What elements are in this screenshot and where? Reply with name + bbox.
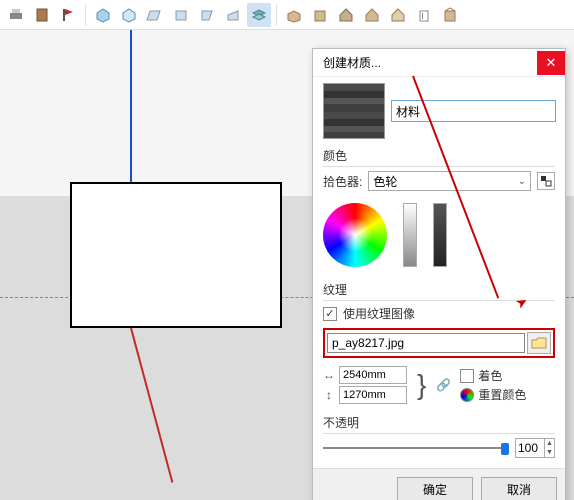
color-swap-icon[interactable] <box>537 172 555 190</box>
height-icon: ↕ <box>323 388 335 402</box>
opacity-value-input[interactable] <box>516 439 544 457</box>
brace-icon: } <box>417 374 426 396</box>
create-material-dialog: 创建材质... ✕ 颜色 拾色器: 色轮 ⌄ 纹理 <box>312 48 566 500</box>
material-name-input[interactable] <box>391 100 556 122</box>
picker-select[interactable]: 色轮 ⌄ <box>368 171 531 191</box>
package-icon[interactable] <box>438 3 462 27</box>
picker-value: 色轮 <box>373 173 397 190</box>
cube2-icon[interactable] <box>117 3 141 27</box>
cancel-button[interactable]: 取消 <box>481 477 557 500</box>
tint-label: 着色 <box>478 367 502 384</box>
print-icon[interactable] <box>4 3 28 27</box>
close-button[interactable]: ✕ <box>537 51 565 75</box>
clipboard-icon[interactable] <box>30 3 54 27</box>
open-box-icon[interactable] <box>282 3 306 27</box>
use-texture-label: 使用纹理图像 <box>343 305 415 322</box>
opacity-section-header: 不透明 <box>323 414 555 434</box>
opacity-slider[interactable] <box>323 441 509 455</box>
layers-icon[interactable] <box>247 3 271 27</box>
texture-section-header: 纹理 <box>323 281 555 301</box>
spin-up[interactable]: ▲ <box>544 439 554 448</box>
browse-texture-button[interactable] <box>527 332 551 354</box>
slice3-icon[interactable] <box>195 3 219 27</box>
dialog-titlebar[interactable]: 创建材质... ✕ <box>313 49 565 77</box>
texture-width-input[interactable] <box>339 366 407 384</box>
chevron-down-icon: ⌄ <box>518 176 526 187</box>
reset-color-icon[interactable] <box>460 388 474 402</box>
slot-icon[interactable] <box>412 3 436 27</box>
width-icon: ↔ <box>323 368 335 382</box>
house1-icon[interactable] <box>334 3 358 27</box>
use-texture-checkbox[interactable] <box>323 307 337 321</box>
slice2-icon[interactable] <box>169 3 193 27</box>
spin-down[interactable]: ▼ <box>544 448 554 457</box>
color-section-header: 颜色 <box>323 147 555 167</box>
flag-icon[interactable] <box>56 3 80 27</box>
drawn-rectangle[interactable] <box>70 182 282 328</box>
axis-z <box>130 30 132 200</box>
reset-color-label: 重置颜色 <box>478 386 526 403</box>
box-icon[interactable] <box>308 3 332 27</box>
value-slider[interactable] <box>403 203 417 267</box>
texture-file-row <box>323 328 555 358</box>
house2-icon[interactable] <box>360 3 384 27</box>
ok-button[interactable]: 确定 <box>397 477 473 500</box>
color-wheel[interactable] <box>323 203 387 267</box>
picker-label: 拾色器: <box>323 173 362 190</box>
toolbar-separator <box>85 4 86 26</box>
material-preview[interactable] <box>323 83 385 139</box>
toolbar <box>0 0 574 30</box>
opacity-spinner[interactable]: ▲▼ <box>515 438 555 458</box>
link-icon[interactable]: 🔗 <box>436 378 450 392</box>
slice1-icon[interactable] <box>143 3 167 27</box>
brightness-slider[interactable] <box>433 203 447 267</box>
texture-file-input[interactable] <box>327 333 525 353</box>
slice4-icon[interactable] <box>221 3 245 27</box>
house3-icon[interactable] <box>386 3 410 27</box>
dialog-title: 创建材质... <box>323 54 381 71</box>
cube1-icon[interactable] <box>91 3 115 27</box>
toolbar-separator <box>276 4 277 26</box>
texture-height-input[interactable] <box>339 386 407 404</box>
tint-checkbox[interactable] <box>460 369 474 383</box>
